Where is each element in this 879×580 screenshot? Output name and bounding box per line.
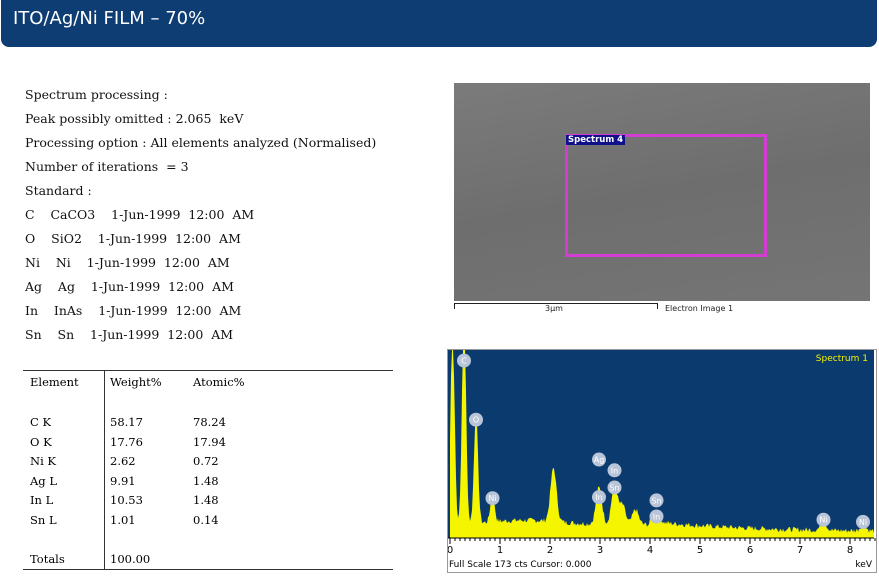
cell: 58.17 [110,415,143,429]
cell: 1.48 [193,474,219,488]
cell: 17.94 [193,435,226,449]
info-line: In InAs 1-Jun-1999 12:00 AM [25,303,242,318]
x-tick-label: 3 [597,545,603,556]
info-line: Spectrum processing : [25,87,168,102]
peak-label: In [649,509,664,524]
column-divider [104,371,105,569]
cell: O K [30,435,52,449]
spectrum-region-label: Spectrum 4 [566,135,626,145]
svg-text:Ni: Ni [488,494,496,503]
peak-label: Sn [607,480,622,495]
table-row: C K 58.17 78.24 [23,415,393,431]
table-totals: Totals 100.00 [23,552,393,568]
x-tick-label: 1 [497,545,503,556]
table-header: Element Weight% Atomic% [23,375,393,391]
cell: C K [30,415,52,429]
x-tick-label: 5 [697,545,703,556]
peak-label: C [457,353,471,368]
page-title: ITO/Ag/Ni FILM – 70% [13,8,206,29]
header-atomic: Atomic% [193,375,245,389]
cell: 9.91 [110,474,136,488]
info-line: Number of iterations = 3 [25,159,189,174]
electron-image: Spectrum 4 [454,83,870,301]
plot-background [448,350,874,538]
table-row: Sn L 1.01 0.14 [23,513,393,529]
info-line: Ni Ni 1-Jun-1999 12:00 AM [25,255,230,270]
svg-text:Ni: Ni [859,518,867,527]
eds-spectrum: 0 1 2 3 4 5 6 7 8 C O Ni Ag In Sn In Sn In Ni Ni Spectrum … [447,349,877,573]
x-tick-label: 0 [448,545,453,556]
spectrum-region-box [565,134,767,257]
peak-label: O [469,412,483,427]
cell: 1.01 [110,513,136,527]
svg-text:In: In [653,512,660,521]
svg-text:Sn: Sn [651,496,661,505]
svg-text:O: O [473,416,479,425]
cell: 10.53 [110,493,143,507]
info-line: C CaCO3 1-Jun-1999 12:00 AM [25,207,255,222]
table-row: In L 10.53 1.48 [23,493,393,509]
info-line: Processing option : All elements analyze… [25,135,377,150]
svg-text:In: In [595,493,602,502]
peak-label: Ni [856,514,870,529]
cell: In L [30,493,54,507]
cell: 100.00 [110,552,151,566]
x-axis-unit: keV [855,560,872,570]
peak-label: Ni [485,491,500,506]
cell: 1.48 [193,493,219,507]
x-tick-label: 7 [797,545,803,556]
table-row: O K 17.76 17.94 [23,435,393,451]
svg-text:Sn: Sn [609,483,619,492]
cell: 0.72 [193,454,219,468]
header-element: Element [30,375,79,389]
svg-text:In: In [611,466,618,475]
cell: 17.76 [110,435,143,449]
x-tick-label: 4 [647,545,653,556]
info-line: Peak possibly omitted : 2.065 keV [25,111,244,126]
processing-info: Spectrum processing : Peak possibly omit… [25,86,376,350]
cell: 0.14 [193,513,219,527]
x-tick-label: 6 [747,545,753,556]
info-line: Ag Ag 1-Jun-1999 12:00 AM [25,279,234,294]
svg-text:Ni: Ni [819,516,827,525]
peak-label: Ag [592,452,606,467]
info-line: Sn Sn 1-Jun-1999 12:00 AM [25,327,234,342]
info-line: Standard : [25,183,92,198]
table-row: Ni K 2.62 0.72 [23,454,393,470]
peak-label: In [607,463,622,478]
x-tick-label: 8 [847,545,853,556]
spectrum-chart: 0 1 2 3 4 5 6 7 8 C O Ni Ag In Sn In Sn In Ni Ni Spectrum … [447,350,876,570]
table-row: Ag L 9.91 1.48 [23,474,393,490]
spectrum-title: Spectrum 1 [816,354,868,364]
peak-label: In [592,490,606,505]
title-bar: ITO/Ag/Ni FILM – 70% [1,0,877,47]
spectrum-footer: Full Scale 173 cts Cursor: 0.000 [449,560,592,570]
cell: Ag L [30,474,57,488]
info-line: O SiO2 1-Jun-1999 12:00 AM [25,231,241,246]
scale-label: 3µm [545,304,563,313]
cell: 78.24 [193,415,226,429]
header-weight: Weight% [110,375,162,389]
peak-label: Ni [816,512,831,527]
cell: 2.62 [110,454,136,468]
image-caption: Electron Image 1 [665,304,734,313]
x-tick-label: 2 [547,545,553,556]
cell: Sn L [30,513,57,527]
svg-text:C: C [461,357,467,366]
cell: Totals [30,552,65,566]
cell: Ni K [30,454,56,468]
composition-table: Element Weight% Atomic% C K 58.17 78.24 O … [23,370,393,570]
svg-text:Ag: Ag [594,456,605,465]
peak-label: Sn [649,493,664,508]
